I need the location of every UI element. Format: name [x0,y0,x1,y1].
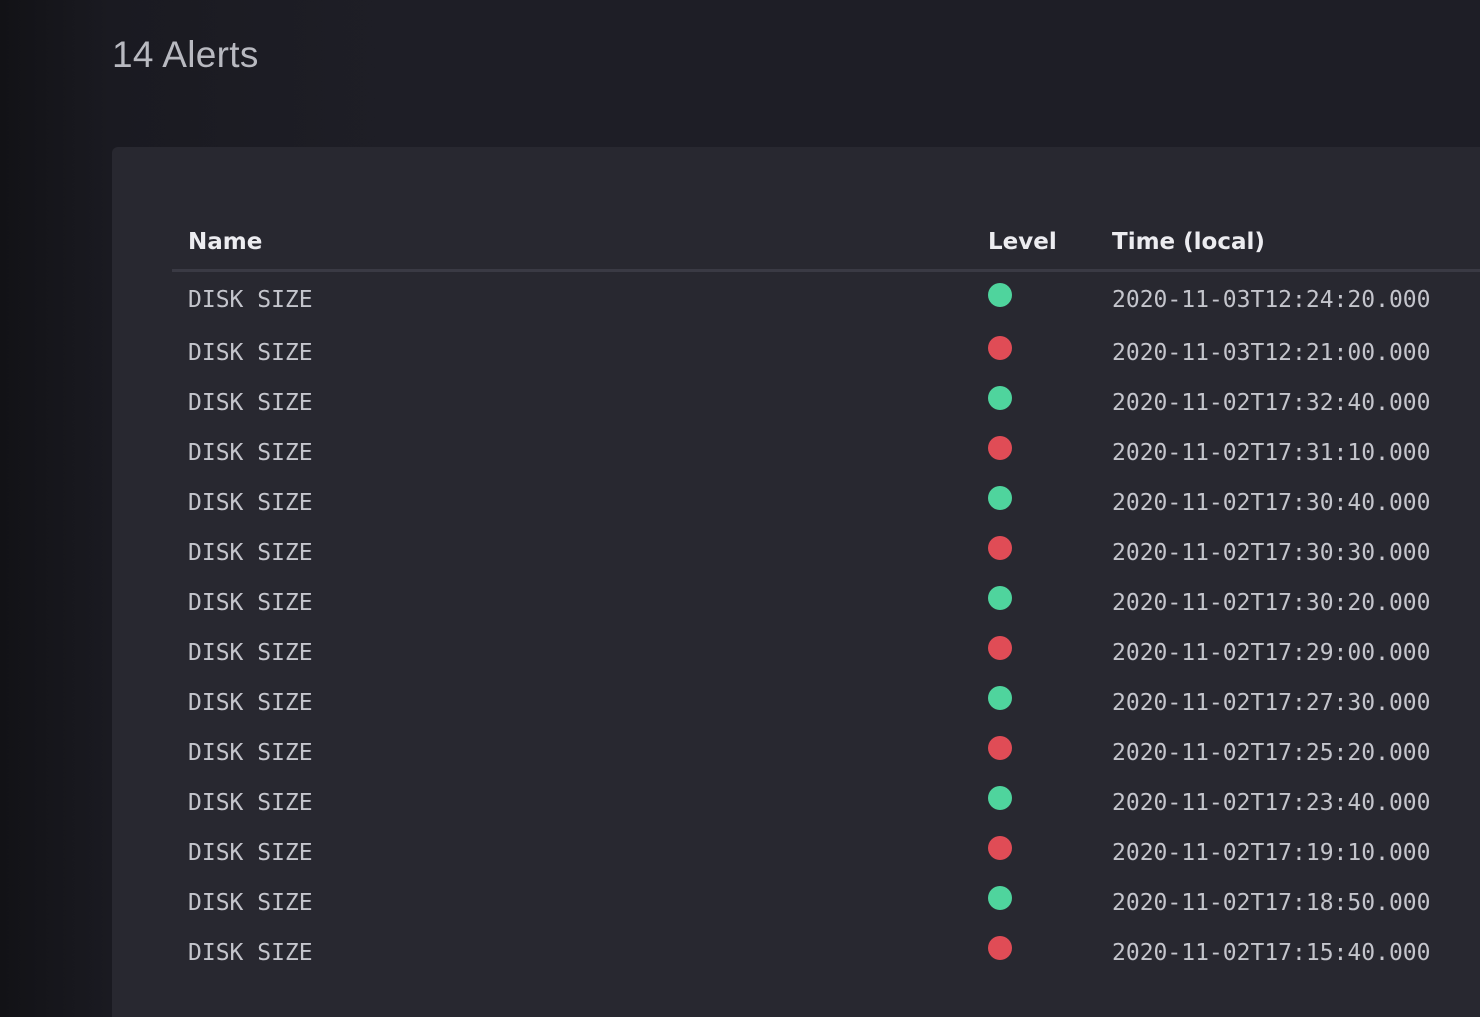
alert-time: 2020-11-03T12:21:00.000 [1112,340,1431,366]
alert-time: 2020-11-02T17:19:10.000 [1112,840,1431,866]
table-row[interactable]: DISK SIZE 2020-11-02T17:25:20.000 [172,728,1480,778]
alert-level [988,478,1112,528]
alert-level [988,728,1112,778]
alerts-table: Name Level Time (local) DISK SIZE 2020-11… [172,215,1480,978]
level-crit-indicator-icon [988,936,1012,960]
alert-time: 2020-11-02T17:15:40.000 [1112,940,1431,966]
alert-name: DISK SIZE [188,590,313,616]
alert-level [988,578,1112,628]
level-crit-indicator-icon [988,536,1012,560]
table-row[interactable]: DISK SIZE 2020-11-02T17:30:20.000 [172,578,1480,628]
table-row[interactable]: DISK SIZE 2020-11-02T17:19:10.000 [172,828,1480,878]
level-crit-indicator-icon [988,436,1012,460]
alert-name: DISK SIZE [188,690,313,716]
table-row[interactable]: DISK SIZE 2020-11-02T17:31:10.000 [172,428,1480,478]
alert-level [988,428,1112,478]
level-ok-indicator-icon [988,386,1012,410]
table-row[interactable]: DISK SIZE 2020-11-02T17:18:50.000 [172,878,1480,928]
level-ok-indicator-icon [988,283,1012,307]
table-row[interactable]: DISK SIZE 2020-11-02T17:27:30.000 [172,678,1480,728]
header-row: Name Level Time (local) [172,215,1480,272]
table-row[interactable]: DISK SIZE 2020-11-02T17:23:40.000 [172,778,1480,828]
alert-time: 2020-11-02T17:30:30.000 [1112,540,1431,566]
table-row[interactable]: DISK SIZE 2020-11-02T17:30:40.000 [172,478,1480,528]
alert-level [988,878,1112,928]
alerts-panel: Name Level Time (local) DISK SIZE 2020-11… [112,147,1480,1017]
alert-name: DISK SIZE [188,840,313,866]
alert-name: DISK SIZE [188,287,313,313]
alert-time: 2020-11-02T17:27:30.000 [1112,690,1431,716]
alert-name: DISK SIZE [188,340,313,366]
alert-name: DISK SIZE [188,890,313,916]
level-crit-indicator-icon [988,836,1012,860]
alert-time: 2020-11-02T17:31:10.000 [1112,440,1431,466]
alert-name: DISK SIZE [188,440,313,466]
alert-level [988,828,1112,878]
column-header-time[interactable]: Time (local) [1112,215,1480,272]
alert-time: 2020-11-02T17:30:40.000 [1112,490,1431,516]
level-ok-indicator-icon [988,886,1012,910]
alert-level [988,928,1112,978]
level-crit-indicator-icon [988,736,1012,760]
alert-level [988,678,1112,728]
level-ok-indicator-icon [988,686,1012,710]
alert-name: DISK SIZE [188,790,313,816]
alert-level [988,271,1112,329]
alert-time: 2020-11-02T17:23:40.000 [1112,790,1431,816]
level-ok-indicator-icon [988,786,1012,810]
alert-time: 2020-11-02T17:32:40.000 [1112,390,1431,416]
level-ok-indicator-icon [988,586,1012,610]
table-header: Name Level Time (local) [172,215,1480,272]
alert-name: DISK SIZE [188,740,313,766]
alert-time: 2020-11-02T17:25:20.000 [1112,740,1431,766]
level-crit-indicator-icon [988,336,1012,360]
alert-time: 2020-11-02T17:29:00.000 [1112,640,1431,666]
table-row[interactable]: DISK SIZE 2020-11-02T17:29:00.000 [172,628,1480,678]
alert-time: 2020-11-02T17:18:50.000 [1112,890,1431,916]
alert-name: DISK SIZE [188,540,313,566]
alert-level [988,328,1112,378]
table-row[interactable]: DISK SIZE 2020-11-02T17:30:30.000 [172,528,1480,578]
table-row[interactable]: DISK SIZE 2020-11-03T12:24:20.000 [172,271,1480,329]
table-body: DISK SIZE 2020-11-03T12:24:20.000 DISK SIZ… [172,271,1480,979]
table-row[interactable]: DISK SIZE 2020-11-02T17:32:40.000 [172,378,1480,428]
column-header-name[interactable]: Name [172,215,988,272]
table-row[interactable]: DISK SIZE 2020-11-03T12:21:00.000 [172,328,1480,378]
table-row[interactable]: DISK SIZE 2020-11-02T17:15:40.000 [172,928,1480,978]
alert-name: DISK SIZE [188,390,313,416]
alert-name: DISK SIZE [188,640,313,666]
page-title: 14 Alerts [112,34,259,75]
alert-level [988,778,1112,828]
column-header-level[interactable]: Level [988,215,1112,272]
level-ok-indicator-icon [988,486,1012,510]
alert-name: DISK SIZE [188,940,313,966]
alert-level [988,378,1112,428]
alert-time: 2020-11-02T17:30:20.000 [1112,590,1431,616]
alert-name: DISK SIZE [188,490,313,516]
alert-level [988,528,1112,578]
alert-time: 2020-11-03T12:24:20.000 [1112,287,1431,313]
level-crit-indicator-icon [988,636,1012,660]
alert-level [988,628,1112,678]
